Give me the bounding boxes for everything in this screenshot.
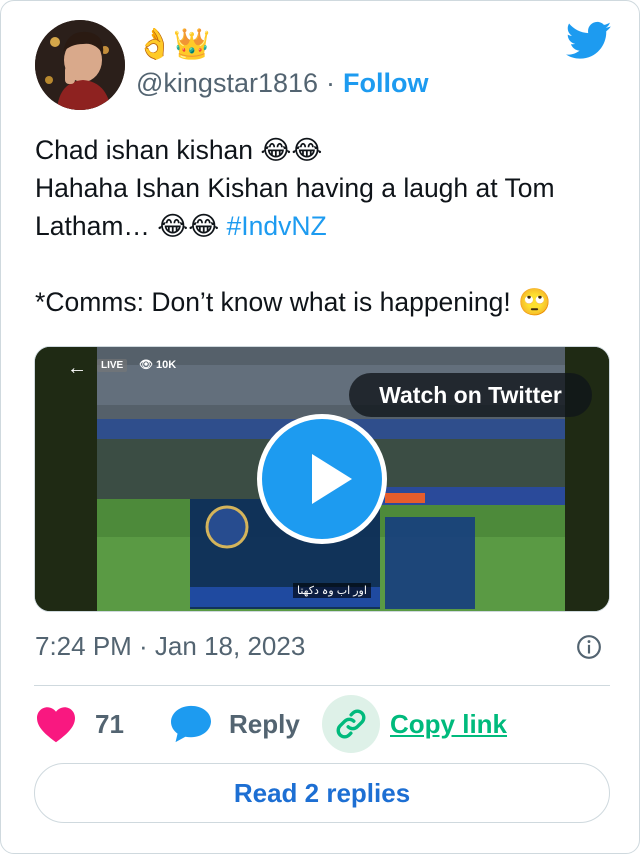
info-icon[interactable]	[576, 634, 602, 660]
handle-row: @kingstar1816 · Follow	[136, 65, 429, 101]
copy-link-button[interactable]: Copy link	[322, 695, 508, 753]
play-icon	[312, 454, 352, 504]
like-count: 71	[95, 708, 124, 739]
reply-button[interactable]: Reply	[169, 701, 300, 747]
tweet-card: 👌👑 @kingstar1816 · Follow Chad ishan kis…	[0, 0, 640, 854]
play-button[interactable]	[257, 414, 387, 544]
like-button[interactable]: 71	[35, 701, 124, 747]
copy-link-icon-wrap	[322, 695, 380, 753]
tweet-line-3: Latham… 😂😂 #IndvNZ	[35, 207, 615, 245]
twitter-bird-icon[interactable]	[566, 21, 612, 61]
heart-icon	[37, 707, 75, 743]
link-icon	[336, 709, 366, 739]
display-name[interactable]: 👌👑	[136, 27, 211, 63]
tweet-line-2: Hahaha Ishan Kishan having a laugh at To…	[35, 173, 555, 203]
reply-bubble-icon	[171, 705, 211, 743]
back-arrow-icon[interactable]: ←	[67, 357, 87, 380]
avatar-image	[35, 20, 125, 110]
hashtag-link[interactable]: #IndvNZ	[227, 211, 327, 241]
view-count: 👁 10K	[139, 359, 177, 371]
tweet-text: Chad ishan kishan 😂😂 Hahaha Ishan Kishan…	[35, 131, 615, 321]
reply-label: Reply	[229, 708, 300, 739]
read-replies-button[interactable]: Read 2 replies	[34, 763, 610, 823]
divider	[34, 685, 610, 686]
separator-dot: ·	[326, 68, 336, 98]
tweet-line-5: *Comms: Don’t know what is happening! 🙄	[35, 287, 552, 317]
live-badge: LIVE	[97, 359, 128, 372]
user-handle[interactable]: @kingstar1816	[136, 65, 318, 101]
video-subtitle: اور اب وہ دکھتا	[293, 583, 371, 598]
tweet-timestamp[interactable]: 7:24 PM · Jan 18, 2023	[35, 628, 305, 664]
tweet-line-1: Chad ishan kishan 😂😂	[35, 135, 323, 165]
watch-on-twitter-button[interactable]: Watch on Twitter	[349, 373, 592, 417]
follow-button[interactable]: Follow	[343, 65, 428, 101]
tweet-line-3-text: Latham… 😂😂	[35, 211, 227, 241]
video-media[interactable]: ← LIVE 👁 10K Watch on Twitter اور اب وہ …	[34, 346, 610, 612]
avatar[interactable]	[35, 20, 125, 110]
copy-link-label: Copy link	[390, 708, 508, 739]
